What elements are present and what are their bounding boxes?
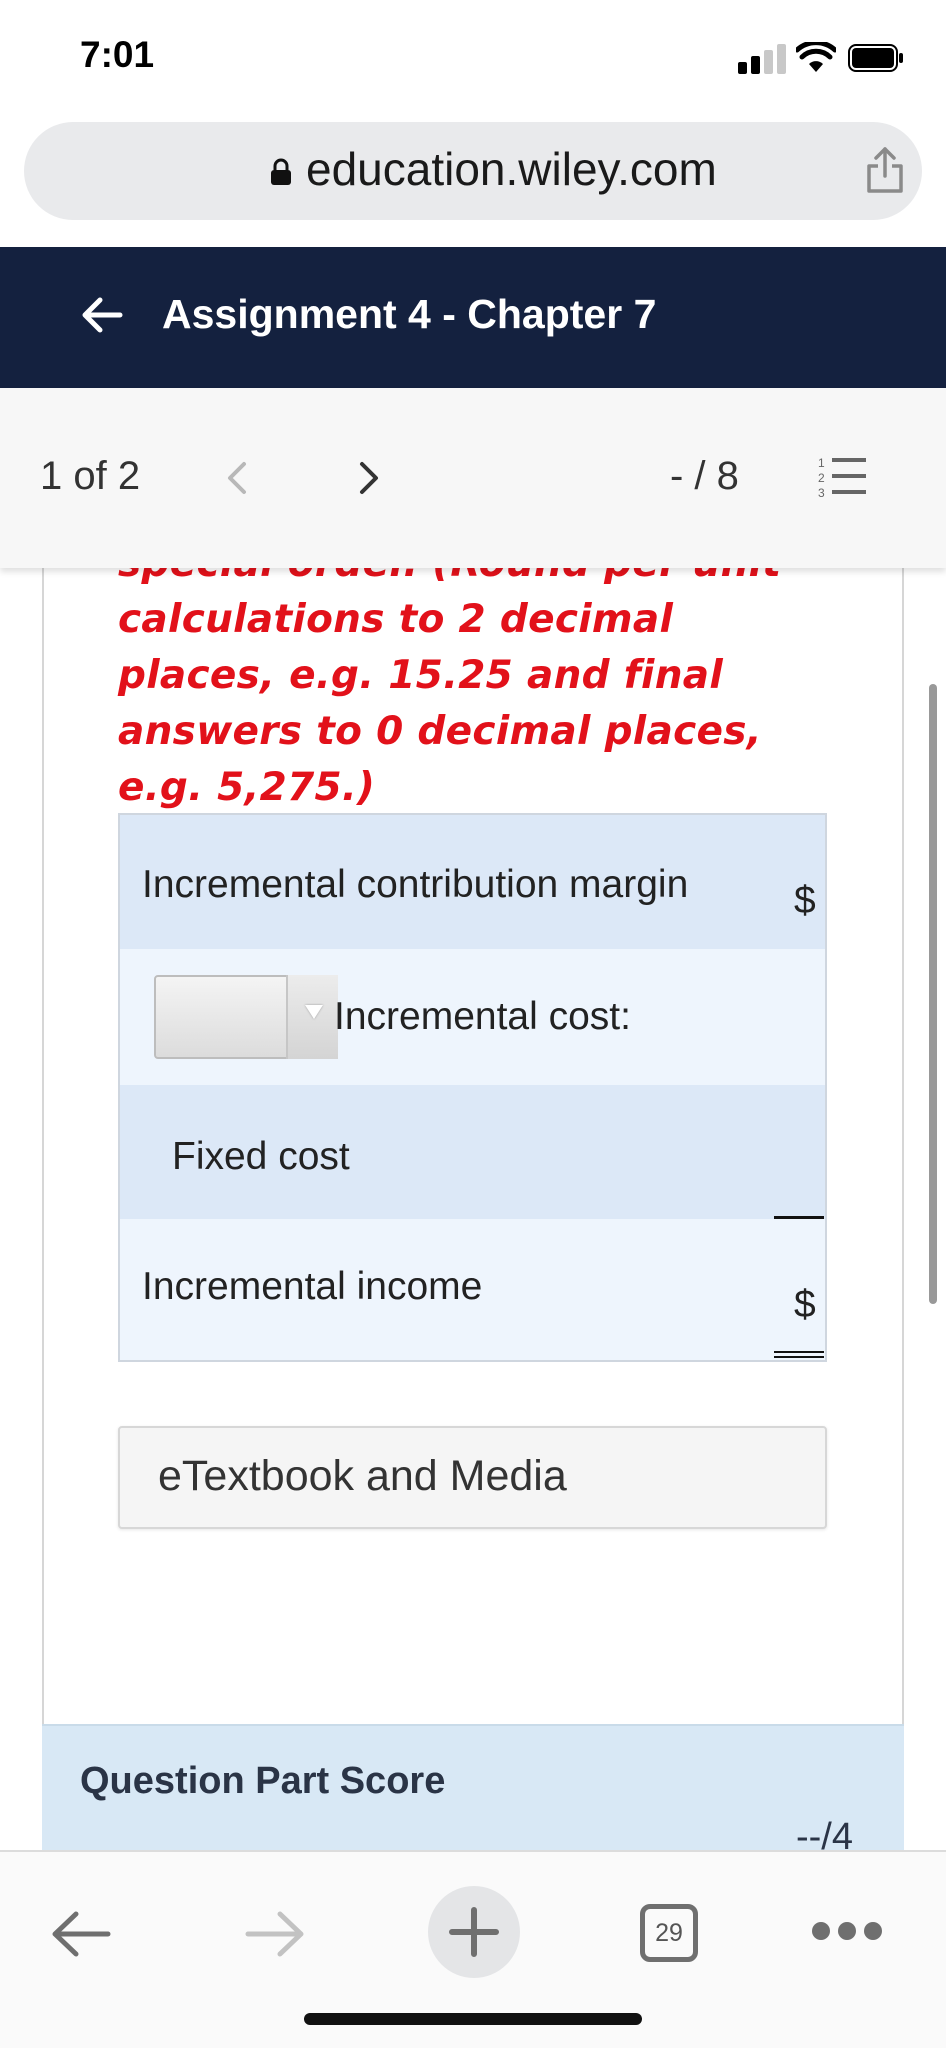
wifi-icon	[796, 42, 836, 72]
question-pager: 1 of 2 - / 8 1 2 3	[0, 388, 946, 568]
tabs-count: 29	[655, 1919, 683, 1947]
score-title: Question Part Score	[80, 1760, 446, 1802]
incremental-analysis-table: Incremental contribution margin $ Increm…	[118, 813, 827, 1362]
etextbook-media-button[interactable]: eTextbook and Media	[118, 1426, 827, 1529]
currency-symbol: $	[794, 879, 816, 922]
rounding-instructions: special order. (Round per unit calculati…	[118, 536, 838, 816]
address-bar[interactable]: education.wiley.com	[24, 122, 922, 220]
instructions-text: calculations to 2 decimal places, e.g. 1…	[118, 597, 762, 810]
cost-type-select[interactable]	[154, 975, 338, 1059]
table-row: Incremental cost:	[120, 949, 825, 1085]
row-label: Incremental contribution margin	[142, 863, 689, 906]
svg-text:2: 2	[818, 471, 825, 485]
assignment-header: Assignment 4 - Chapter 7	[0, 247, 946, 388]
home-indicator[interactable]	[304, 2013, 642, 2025]
table-row: Fixed cost	[120, 1085, 825, 1219]
table-row: Incremental contribution margin $	[120, 815, 825, 949]
svg-text:1: 1	[818, 456, 825, 470]
tabs-button[interactable]: 29	[640, 1904, 698, 1962]
svg-text:3: 3	[818, 486, 825, 500]
lock-icon	[271, 158, 291, 185]
back-arrow-icon[interactable]	[80, 293, 124, 337]
previous-question-button[interactable]	[222, 458, 252, 498]
double-underline-top	[774, 1351, 824, 1353]
row-label: Fixed cost	[172, 1135, 350, 1178]
double-underline-bottom	[774, 1356, 824, 1358]
new-tab-button[interactable]	[428, 1886, 520, 1978]
status-time: 7:01	[80, 34, 155, 75]
url-text: education.wiley.com	[306, 143, 717, 195]
question-part-score-panel: Question Part Score --/4	[42, 1724, 904, 1858]
plus-icon	[449, 1907, 499, 1957]
browser-back-icon[interactable]	[50, 1908, 112, 1960]
assignment-title: Assignment 4 - Chapter 7	[162, 291, 657, 337]
battery-icon	[848, 44, 903, 72]
row-label: Incremental income	[142, 1265, 483, 1308]
question-list-icon[interactable]: 1 2 3	[818, 454, 868, 500]
etextbook-label: eTextbook and Media	[158, 1452, 567, 1500]
more-options-icon[interactable]	[812, 1922, 882, 1942]
assignment-score: - / 8	[670, 454, 739, 498]
cellular-signal-icon	[738, 44, 786, 74]
table-row: Incremental income $	[120, 1219, 825, 1360]
chevron-down-icon	[286, 975, 338, 1059]
row-label: Incremental cost:	[334, 995, 631, 1038]
next-question-button[interactable]	[354, 458, 384, 498]
question-position: 1 of 2	[40, 454, 141, 498]
scrollbar[interactable]	[929, 684, 937, 1304]
browser-forward-icon[interactable]	[244, 1908, 306, 1960]
share-icon[interactable]	[864, 146, 906, 194]
screen: 7:01 education.wiley.com Assignment 4 - …	[0, 0, 946, 2048]
status-bar: 7:01	[0, 0, 946, 110]
currency-symbol: $	[794, 1283, 816, 1326]
